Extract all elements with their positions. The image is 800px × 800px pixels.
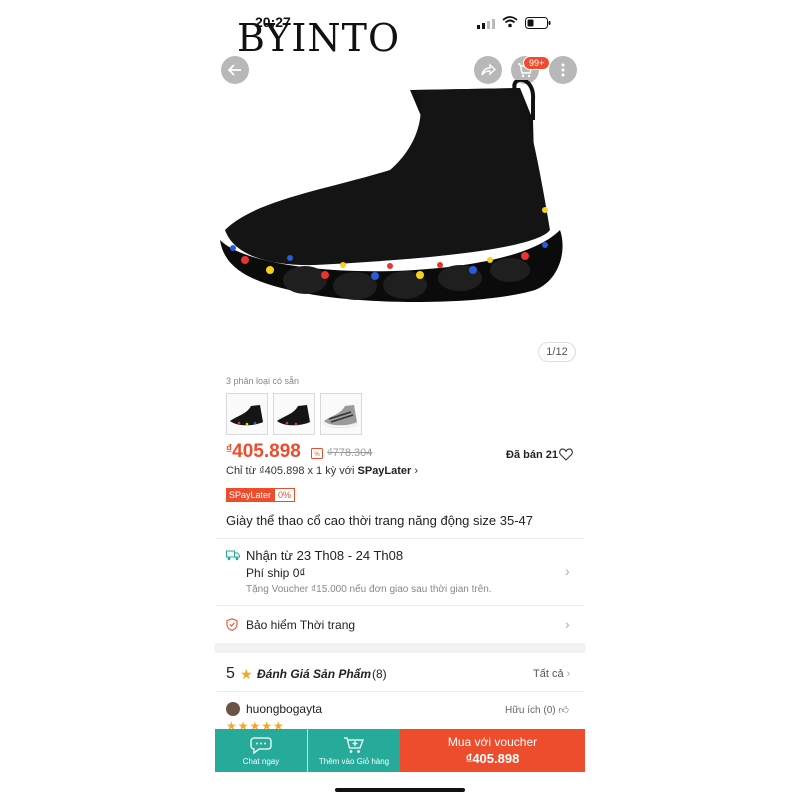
- spaylater-tag: SPayLater 0%: [226, 488, 296, 502]
- chat-now-label: Chat ngay: [242, 756, 280, 766]
- share-icon: [481, 63, 496, 76]
- variant-thumb-2[interactable]: [273, 393, 315, 435]
- variant-thumb-1[interactable]: [226, 393, 268, 435]
- reviews-title: Đánh Giá Sản Phẩm: [257, 667, 372, 681]
- shoe-thumbnail: [277, 405, 310, 426]
- helpful-label: Hữu ích (0): [505, 705, 556, 716]
- shoe-thumbnail: [230, 405, 263, 426]
- chevron-right-icon: ›: [566, 668, 571, 680]
- insurance-label: Bảo hiểm Thời trang: [246, 618, 356, 632]
- battery-icon: [525, 17, 551, 29]
- cart-count-badge: 99+: [523, 56, 551, 70]
- buy-with-voucher-button[interactable]: Mua với voucher ₫405.898: [400, 729, 585, 772]
- installment-brand: SPayLater: [357, 465, 412, 477]
- home-indicator[interactable]: [335, 788, 465, 792]
- star-icon: ★: [240, 666, 253, 682]
- chat-icon: [250, 736, 272, 754]
- heart-icon[interactable]: [559, 448, 573, 461]
- svg-text:%: %: [314, 452, 320, 458]
- discount-tag-icon: %: [311, 448, 323, 459]
- more-options-button[interactable]: [549, 56, 577, 84]
- chat-now-button[interactable]: Chat ngay: [215, 729, 307, 772]
- chevron-right-icon: ›: [414, 465, 419, 477]
- divider: [215, 691, 585, 692]
- signal-icon: [477, 19, 495, 29]
- truck-icon: [226, 550, 240, 561]
- variant-thumb-3[interactable]: [320, 393, 362, 435]
- product-detail-screen: BYINTO 20:27 99+ 1/12 3 phân loại có sẵn…: [215, 0, 585, 800]
- voucher-note: Tặng Voucher ₫15.000 nếu đơn giao sau th…: [246, 584, 492, 595]
- installment-text: Chỉ từ ₫405.898 x 1 kỳ với: [226, 465, 358, 477]
- section-gap: [215, 643, 585, 653]
- status-time: 20:27: [255, 14, 291, 30]
- buy-label: Mua với voucher: [447, 735, 538, 749]
- image-counter: 1/12: [538, 342, 576, 362]
- more-vertical-icon: [561, 63, 565, 77]
- thumbs-up-icon: 👍︎: [558, 705, 569, 716]
- share-button[interactable]: [474, 56, 502, 84]
- buy-price: ₫405.898: [465, 751, 520, 766]
- avatar: [226, 702, 240, 716]
- bottom-action-bar: Chat ngay Thêm vào Giỏ hàng Mua với vouc…: [215, 729, 585, 772]
- current-price-value: 405.898: [232, 441, 301, 462]
- spaylater-tag-label: SPayLater: [226, 488, 275, 502]
- add-to-cart-label: Thêm vào Giỏ hàng: [318, 756, 390, 766]
- back-button[interactable]: [221, 56, 249, 84]
- original-price: ₫778.304: [327, 447, 373, 459]
- shipping-fee: Phí ship 0₫: [246, 566, 306, 580]
- add-to-cart-button[interactable]: Thêm vào Giỏ hàng: [308, 729, 400, 772]
- rating-score: 5: [226, 665, 235, 682]
- current-price: ₫405.898: [226, 441, 301, 463]
- add-to-cart-icon: [344, 736, 364, 753]
- helpful-button[interactable]: Hữu ích (0) 👍︎: [505, 704, 569, 716]
- delivery-date: Nhận từ 23 Th08 - 24 Th08: [246, 548, 404, 563]
- arrow-left-icon: [227, 64, 241, 76]
- see-all-label: Tất cả: [533, 668, 564, 680]
- see-all-reviews-link[interactable]: Tất cả ›: [533, 668, 570, 680]
- installment-info[interactable]: Chỉ từ ₫405.898 x 1 kỳ với SPayLater ›: [226, 465, 418, 477]
- product-photo[interactable]: [215, 80, 585, 330]
- shoe-thumbnail: [323, 405, 358, 428]
- wifi-icon: [502, 16, 518, 28]
- divider: [215, 538, 585, 539]
- shield-icon: [226, 618, 238, 631]
- sold-count: Đã bán 21: [506, 449, 558, 461]
- reviewer-name: huongbogayta: [246, 702, 323, 716]
- reviews-count: (8): [372, 667, 387, 681]
- variant-caption: 3 phân loại có sẵn: [226, 376, 300, 386]
- chevron-right-icon: ›: [565, 616, 570, 632]
- product-title: Giày thể thao cổ cao thời trang năng độn…: [226, 513, 534, 528]
- divider: [215, 605, 585, 606]
- spaylater-tag-rate: 0%: [274, 488, 296, 502]
- chevron-right-icon: ›: [565, 563, 570, 579]
